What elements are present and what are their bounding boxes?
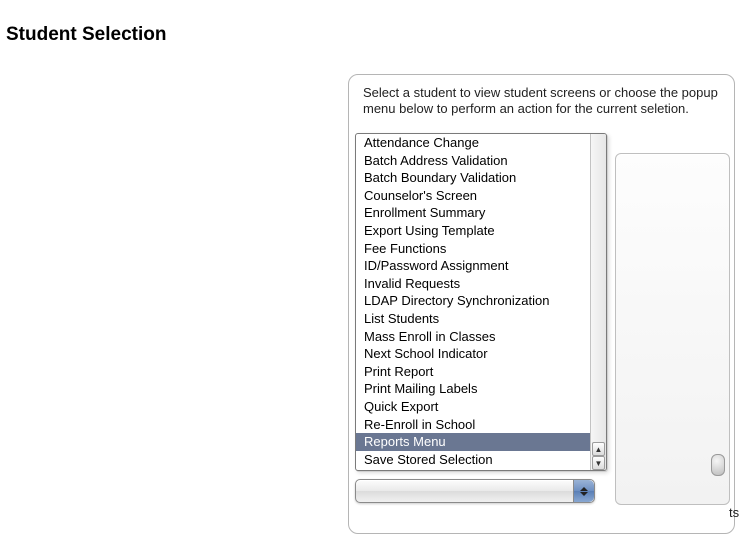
menu-item[interactable]: Re-Enroll in School (356, 416, 591, 434)
menu-item[interactable]: Counselor's Screen (356, 187, 591, 205)
menu-item[interactable]: LDAP Directory Synchronization (356, 292, 591, 310)
menu-item[interactable]: Enrollment Summary (356, 204, 591, 222)
menu-item[interactable]: Invalid Requests (356, 275, 591, 293)
menu-item[interactable]: Attendance Change (356, 134, 591, 152)
occluded-label-fragment: ts (729, 505, 739, 520)
menu-item[interactable]: Print Report (356, 363, 591, 381)
menu-item[interactable]: Fee Functions (356, 240, 591, 258)
menu-item[interactable]: Reports Menu (356, 433, 591, 451)
menu-item[interactable]: List Students (356, 310, 591, 328)
scroll-down-icon[interactable]: ▼ (592, 456, 605, 470)
menu-item[interactable]: Mass Enroll in Classes (356, 328, 591, 346)
menu-item[interactable]: Batch Address Validation (356, 152, 591, 170)
list-scrollbar[interactable]: ▲ ▼ (590, 134, 606, 470)
popup-arrows-icon[interactable] (573, 480, 594, 502)
panel-instructions: Select a student to view student screens… (349, 75, 734, 124)
menu-item[interactable]: ID/Password Assignment (356, 257, 591, 275)
scroll-up-icon[interactable]: ▲ (592, 442, 605, 456)
menu-item[interactable]: Save Stored Selection (356, 451, 591, 469)
scroll-thumb-icon[interactable] (711, 454, 725, 476)
page-title: Student Selection (6, 24, 166, 46)
menu-item[interactable]: Print Mailing Labels (356, 380, 591, 398)
functions-dropdown-list[interactable]: Attendance ChangeBatch Address Validatio… (355, 133, 607, 471)
menu-item[interactable]: Batch Boundary Validation (356, 169, 591, 187)
menu-item[interactable]: Export Using Template (356, 222, 591, 240)
functions-popup-select[interactable] (355, 479, 595, 503)
selection-panel: Select a student to view student screens… (348, 74, 735, 534)
menu-item[interactable]: Quick Export (356, 398, 591, 416)
student-list-box[interactable] (615, 153, 730, 505)
menu-item[interactable]: Next School Indicator (356, 345, 591, 363)
